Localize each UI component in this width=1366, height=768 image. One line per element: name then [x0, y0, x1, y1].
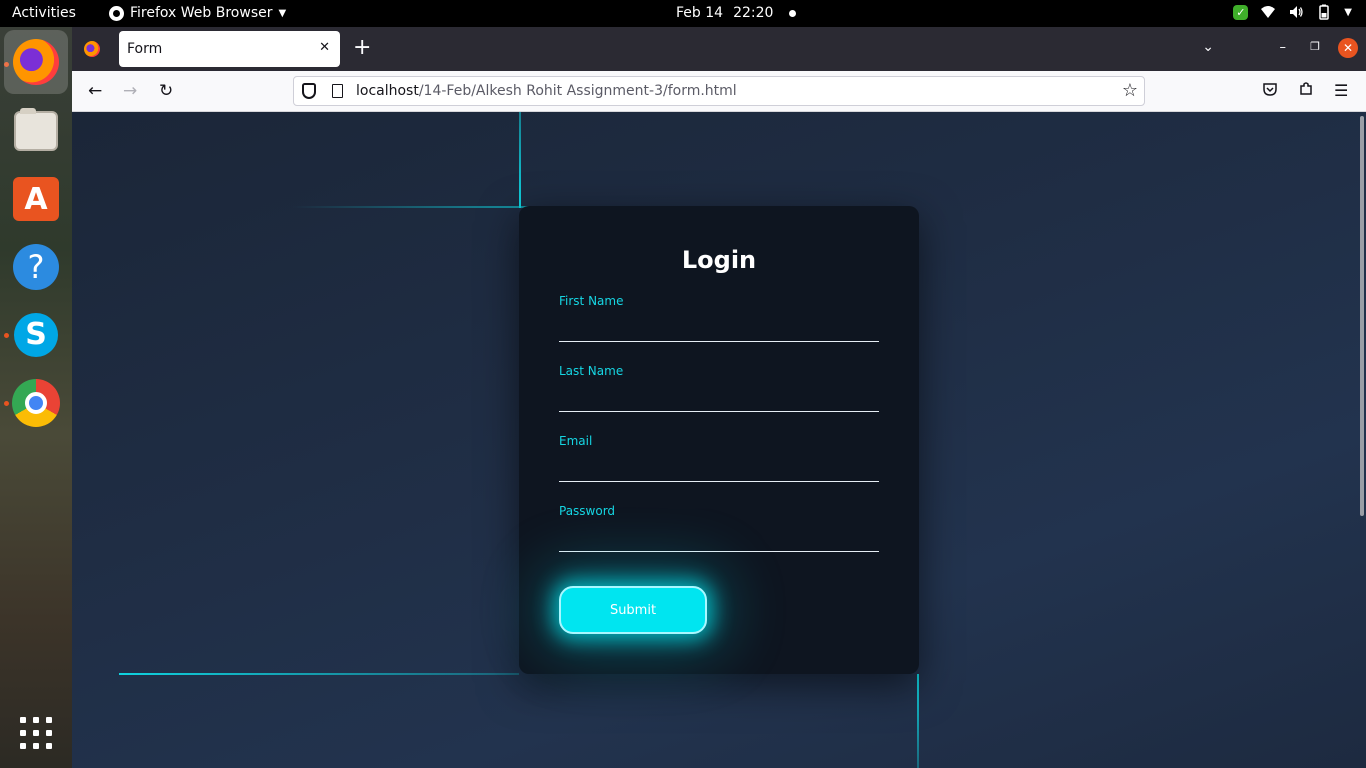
last-name-label: Last Name [559, 364, 624, 378]
app-menu-label: Firefox Web Browser [130, 5, 273, 21]
system-top-bar: Activities Firefox Web Browser ▼ Feb 14 … [0, 0, 1366, 27]
running-indicator [4, 333, 9, 338]
dock-firefox[interactable] [4, 30, 68, 94]
pocket-icon[interactable] [1262, 81, 1278, 97]
last-name-input[interactable] [559, 384, 879, 412]
first-name-field: First Name [559, 294, 879, 342]
decorative-line [519, 112, 521, 208]
minimize-icon[interactable]: – [1280, 40, 1287, 55]
update-shield-icon[interactable]: ✓ [1233, 4, 1249, 20]
caret-down-icon: ▼ [278, 7, 287, 19]
first-name-input[interactable] [559, 314, 879, 342]
clock-date: Feb 14 [676, 5, 724, 21]
running-indicator [4, 401, 9, 406]
clock[interactable]: Feb 14 22:20 [676, 5, 797, 21]
tab-form[interactable]: Form ✕ [119, 31, 340, 67]
show-applications-icon[interactable] [20, 717, 52, 749]
chrome-icon [12, 379, 60, 427]
volume-icon [1290, 6, 1303, 18]
system-menu-caret-icon: ▼ [1344, 6, 1352, 18]
forward-arrow-icon[interactable]: → [123, 81, 137, 101]
tab-title: Form [127, 41, 163, 57]
first-name-label: First Name [559, 294, 624, 308]
system-tray[interactable]: ✓ ▼ [1233, 4, 1352, 20]
dock-skype[interactable]: S [12, 311, 60, 359]
email-label: Email [559, 434, 593, 448]
tab-close-icon[interactable]: ✕ [319, 40, 330, 55]
firefox-icon [13, 39, 59, 85]
dock-files[interactable] [12, 107, 60, 155]
files-icon [14, 108, 58, 151]
restore-icon[interactable]: ❐ [1310, 40, 1320, 53]
scrollbar[interactable] [1360, 116, 1364, 516]
password-label: Password [559, 504, 616, 518]
clock-time: 22:20 [733, 5, 774, 21]
back-arrow-icon[interactable]: ← [88, 81, 102, 101]
reload-icon[interactable]: ↻ [159, 81, 173, 101]
dock-chrome[interactable] [12, 379, 60, 427]
password-field: Password [559, 504, 879, 552]
firefox-view-icon[interactable] [84, 41, 100, 57]
window-close-icon[interactable]: ✕ [1338, 38, 1358, 58]
help-icon: ? [13, 244, 59, 290]
firefox-icon [109, 5, 124, 21]
hamburger-menu-icon[interactable]: ☰ [1334, 81, 1348, 100]
decorative-line [119, 673, 519, 675]
software-store-icon: A [13, 177, 59, 221]
url-path: /14-Feb/Alkesh Rohit Assignment-3/form.h… [418, 83, 737, 99]
wifi-icon [1261, 6, 1276, 18]
url-bar[interactable]: localhost/14-Feb/Alkesh Rohit Assignment… [293, 76, 1145, 106]
activities-button[interactable]: Activities [12, 5, 76, 21]
page-info-icon[interactable] [332, 84, 343, 98]
extensions-icon[interactable] [1298, 81, 1314, 97]
email-input[interactable] [559, 454, 879, 482]
navigation-bar: ← → ↻ localhost/14-Feb/Alkesh Rohit Assi… [72, 71, 1366, 112]
skype-icon: S [14, 313, 58, 357]
page-viewport: Login First Name Last Name Email Passwor… [72, 112, 1366, 768]
notification-dot-icon [789, 9, 797, 17]
new-tab-icon[interactable]: + [353, 37, 371, 59]
app-menu[interactable]: Firefox Web Browser ▼ [109, 5, 286, 21]
url-host: localhost [356, 83, 419, 99]
last-name-field: Last Name [559, 364, 879, 412]
dock-software-store[interactable]: A [12, 175, 60, 223]
submit-button[interactable]: Submit [559, 586, 707, 634]
battery-icon [1319, 4, 1330, 20]
decorative-line [917, 674, 919, 768]
bookmark-star-icon[interactable]: ☆ [1122, 80, 1138, 101]
dock: A ? S [0, 27, 72, 768]
list-all-tabs-icon[interactable]: ⌄ [1202, 39, 1214, 55]
password-input[interactable] [559, 524, 879, 552]
url-text[interactable]: localhost/14-Feb/Alkesh Rohit Assignment… [356, 83, 737, 99]
dock-help[interactable]: ? [12, 243, 60, 291]
tab-bar: Form ✕ + ⌄ – ❐ ✕ [72, 27, 1366, 71]
tracking-protection-shield-icon[interactable] [302, 83, 316, 99]
login-form: Login First Name Last Name Email Passwor… [519, 206, 919, 674]
form-heading: Login [681, 246, 757, 274]
email-field: Email [559, 434, 879, 482]
